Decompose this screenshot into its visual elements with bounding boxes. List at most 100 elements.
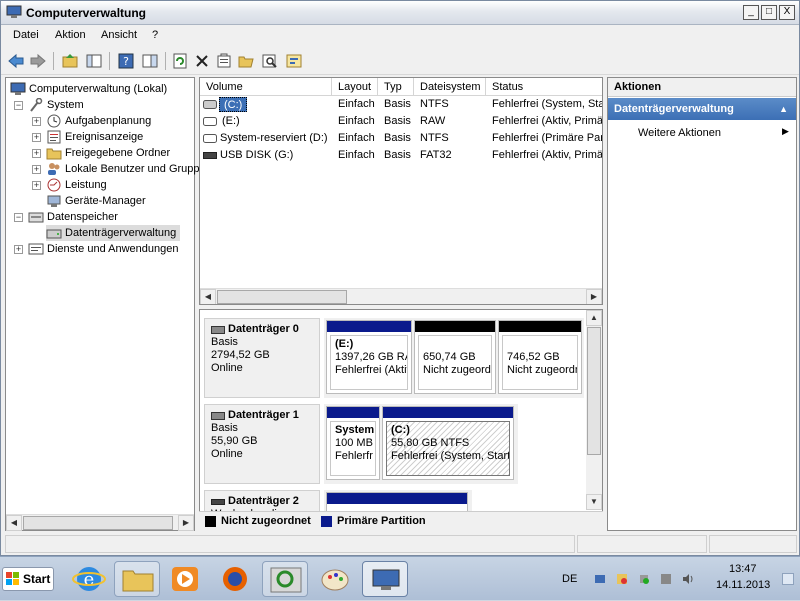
minimize-button[interactable]: _ (743, 5, 759, 20)
expand-toggle[interactable]: + (32, 148, 41, 158)
tree-item-datenspeicher[interactable]: − Datenspeicher (14, 209, 118, 225)
tree-item-geraete-manager[interactable]: Geräte-Manager (46, 193, 146, 209)
expand-toggle[interactable]: + (32, 164, 41, 174)
disk-type: Basis (211, 336, 238, 348)
volume-horizontal-scrollbar[interactable]: ◀ ▶ (200, 288, 602, 304)
scroll-left-arrow-icon[interactable]: ◀ (200, 289, 216, 304)
menu-ansicht[interactable]: Ansicht (101, 29, 137, 41)
column-header-layout[interactable]: Layout (332, 78, 378, 96)
scroll-up-arrow-icon[interactable]: ▲ (586, 310, 602, 326)
tree-item-datentraegerverwaltung[interactable]: Datenträgerverwaltung (46, 225, 181, 241)
volume-status: Fehlerfrei (System, Sta (492, 98, 603, 110)
properties-pane-icon[interactable] (141, 52, 159, 70)
tree-item-leistung[interactable]: + Leistung (32, 177, 107, 193)
taskbar-explorer[interactable] (114, 561, 160, 597)
menu-help[interactable]: ? (152, 29, 158, 41)
tree-item-dienste[interactable]: + Dienste und Anwendungen (14, 241, 179, 257)
clock-date[interactable]: 14.11.2013 (716, 579, 770, 591)
scroll-left-arrow-icon[interactable]: ◀ (6, 515, 22, 531)
refresh-icon[interactable] (171, 52, 189, 70)
expand-toggle[interactable]: + (32, 116, 41, 126)
close-button[interactable]: X (779, 5, 795, 20)
scroll-thumb[interactable] (587, 327, 601, 455)
tree-item-lokale-benutzer[interactable]: + Lokale Benutzer und Grupp (32, 161, 200, 177)
delete-icon[interactable] (193, 52, 211, 70)
scroll-thumb[interactable] (217, 290, 347, 304)
up-folder-icon[interactable] (61, 52, 79, 70)
search-icon[interactable] (261, 52, 279, 70)
tree-item-freigegebene-ordner[interactable]: + Freigegebene Ordner (32, 145, 170, 161)
volume-row[interactable]: (E:) Einfach Basis RAW Fehlerfrei (Aktiv… (200, 113, 602, 130)
actions-section-header[interactable]: Datenträgerverwaltung ▲ (608, 98, 796, 120)
taskbar-paint[interactable] (312, 561, 358, 597)
expand-toggle[interactable]: + (14, 244, 23, 254)
network-icon[interactable] (594, 573, 606, 585)
submenu-arrow-icon[interactable]: ▶ (782, 126, 789, 137)
column-header-dateisystem[interactable]: Dateisystem (414, 78, 486, 96)
expand-toggle[interactable]: + (32, 180, 41, 190)
volume-row[interactable]: (C:) Einfach Basis NTFS Fehlerfrei (Syst… (200, 96, 603, 113)
expand-toggle[interactable]: + (32, 132, 41, 142)
volume-name: System-reserviert (D:) (220, 132, 328, 144)
actions-pane: Aktionen Datenträgerverwaltung ▲ Weitere… (607, 77, 797, 531)
tree-item-computer-management[interactable]: Computerverwaltung (Lokal) (10, 81, 167, 97)
show-desktop-button[interactable] (782, 573, 794, 585)
taskbar-internet-explorer[interactable]: e (66, 561, 112, 597)
scroll-down-arrow-icon[interactable]: ▼ (586, 494, 602, 510)
taskbar-firefox[interactable] (212, 561, 258, 597)
toolbar-separator (109, 52, 110, 70)
open-folder-icon[interactable] (237, 52, 255, 70)
unallocated-bar (499, 321, 581, 332)
scroll-right-arrow-icon[interactable]: ▶ (586, 289, 602, 304)
collapse-up-icon[interactable]: ▲ (779, 98, 788, 120)
tree-item-ereignisanzeige[interactable]: + Ereignisanzeige (32, 129, 143, 145)
settings-icon[interactable] (285, 52, 303, 70)
tree-horizontal-scrollbar[interactable]: ◀ ▶ (6, 514, 194, 531)
display-icon[interactable] (660, 573, 672, 585)
scroll-right-arrow-icon[interactable]: ▶ (178, 515, 194, 531)
disk-vertical-scrollbar[interactable]: ▲ ▼ (586, 310, 602, 510)
maximize-button[interactable]: □ (761, 5, 777, 20)
collapse-toggle[interactable]: − (14, 100, 23, 110)
collapse-toggle[interactable]: − (14, 212, 23, 222)
forward-arrow-icon[interactable] (29, 52, 47, 70)
disk-0-info[interactable]: Datenträger 0 Basis 2794,52 GB Online (204, 318, 320, 398)
unallocated-space[interactable]: 650,74 GB Nicht zugeordn (414, 320, 496, 394)
tree-item-aufgabenplanung[interactable]: + Aufgabenplanung (32, 113, 151, 129)
taskbar-media-player[interactable] (162, 561, 208, 597)
column-header-status[interactable]: Status (486, 78, 602, 96)
help-icon[interactable]: ? (117, 52, 135, 70)
legend-unallocated: Nicht zugeordnet (221, 515, 311, 527)
partition-c[interactable]: (C:) 55,80 GB NTFS Fehlerfrei (System, S… (382, 406, 514, 480)
start-button[interactable]: Start (2, 567, 54, 591)
menu-aktion[interactable]: Aktion (55, 29, 86, 41)
more-actions-item[interactable]: Weitere Aktionen (638, 127, 721, 139)
clock-time[interactable]: 13:47 (729, 563, 757, 575)
svg-text:?: ? (123, 55, 129, 68)
computer-management-icon (372, 569, 400, 590)
volume-icon[interactable] (682, 573, 694, 585)
safely-remove-icon[interactable] (638, 573, 650, 585)
column-header-volume[interactable]: Volume (200, 78, 332, 96)
disk-size: 55,90 GB (211, 435, 258, 447)
language-indicator[interactable]: DE (562, 573, 577, 585)
scroll-thumb[interactable] (23, 516, 173, 530)
title-bar[interactable]: Computerverwaltung _ □ X (1, 1, 799, 25)
partition-e[interactable]: (E:) 1397,26 GB RA Fehlerfrei (Aktiv (326, 320, 412, 394)
unallocated-space[interactable]: 746,52 GB Nicht zugeordn (498, 320, 582, 394)
column-header-typ[interactable]: Typ (378, 78, 414, 96)
drive-icon (203, 100, 217, 109)
disk-1-info[interactable]: Datenträger 1 Basis 55,90 GB Online (204, 404, 320, 484)
properties-icon[interactable] (215, 52, 233, 70)
volume-name: USB DISK (G:) (220, 149, 294, 161)
taskbar-tool[interactable] (262, 561, 308, 597)
show-hide-tree-icon[interactable] (85, 52, 103, 70)
back-arrow-icon[interactable] (7, 52, 25, 70)
taskbar-computer-management[interactable] (362, 561, 408, 597)
partition-system-reserved[interactable]: System 100 MB N Fehlerfr (326, 406, 380, 480)
volume-row[interactable]: USB DISK (G:) Einfach Basis FAT32 Fehler… (200, 147, 602, 164)
action-center-icon[interactable] (616, 573, 628, 585)
menu-datei[interactable]: Datei (13, 29, 39, 41)
tree-item-system[interactable]: − System (14, 97, 84, 113)
volume-row[interactable]: System-reserviert (D:) Einfach Basis NTF… (200, 130, 602, 147)
